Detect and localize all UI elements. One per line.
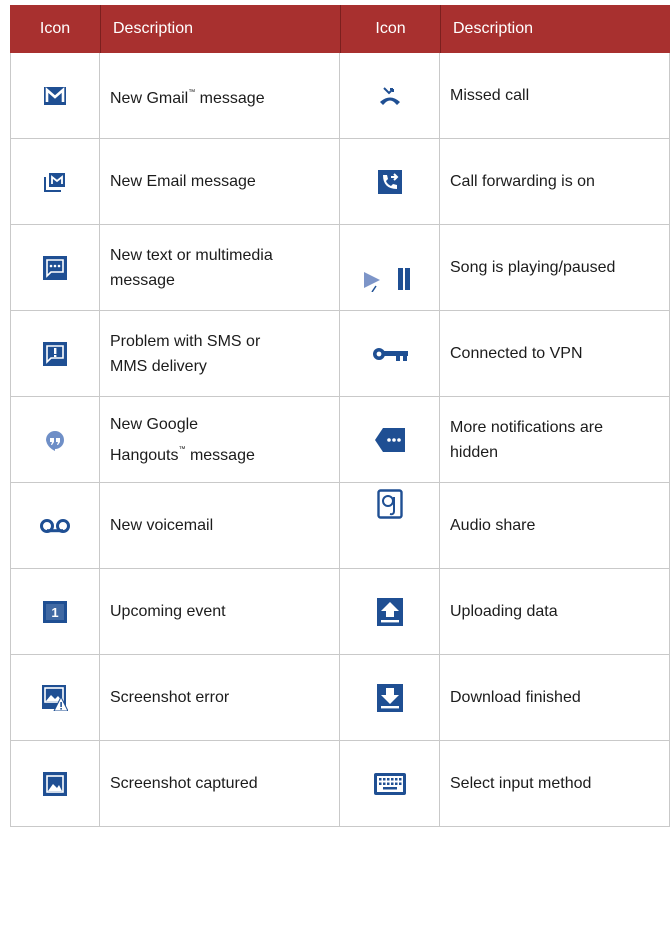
- more-notifications-icon: [374, 427, 405, 452]
- table-cell-description: Screenshot error: [100, 655, 340, 741]
- text-message-icon: [43, 255, 67, 280]
- table-cell-description: Missed call: [440, 53, 670, 139]
- screenshot-icon: [43, 771, 67, 796]
- notification-icons-page: Icon Description Icon Description New Gm…: [10, 5, 670, 827]
- header-description-right: Description: [440, 5, 670, 53]
- description-text: Connected to VPN: [450, 345, 583, 362]
- icons-table: Icon Description Icon Description New Gm…: [10, 5, 670, 827]
- table-cell-icon: [10, 53, 100, 139]
- header-icon-left: Icon: [10, 5, 100, 53]
- keyboard-icon: [373, 772, 406, 795]
- sms-problem-icon: [43, 341, 67, 366]
- table-cell-icon: [10, 139, 100, 225]
- description-text: Missed call: [450, 87, 530, 104]
- table-cell-description: Connected to VPN: [440, 311, 670, 397]
- description-text: Problem with SMS or MMS delivery: [110, 332, 261, 375]
- table-cell-description: New voicemail: [100, 483, 340, 569]
- table-cell-icon: 1: [10, 569, 100, 655]
- table-cell-icon: [10, 655, 100, 741]
- table-cell-icon: [340, 139, 440, 225]
- description-text: Call forwarding is on: [450, 173, 595, 190]
- header-icon-right: Icon: [340, 5, 440, 53]
- table-cell-icon: [340, 741, 440, 827]
- description-text: Screenshot error: [110, 689, 230, 706]
- calendar-icon: 1: [43, 600, 67, 623]
- description-text: Select input method: [450, 775, 592, 792]
- hangouts-icon: [43, 427, 67, 452]
- description-text: Song is playing/paused: [450, 259, 616, 276]
- screenshot-error-icon: [42, 684, 68, 711]
- table-cell-icon: [340, 655, 440, 741]
- table-cell-description: New Google Hangouts™ message: [100, 397, 340, 483]
- email-icon: [44, 172, 65, 192]
- table-cell-description: Problem with SMS or MMS delivery: [100, 311, 340, 397]
- upload-icon: [376, 597, 403, 626]
- table-cell-description: Download finished: [440, 655, 670, 741]
- table-cell-icon: [340, 225, 440, 311]
- table-cell-icon: [340, 569, 440, 655]
- table-cell-description: New text or multimedia message: [100, 225, 340, 311]
- description-text: New Gmail™ message: [110, 89, 265, 107]
- table-cell-icon: [10, 483, 100, 569]
- table-cell-description: Song is playing/paused: [440, 225, 670, 311]
- table-cell-description: New Gmail™ message: [100, 53, 340, 139]
- gmail-icon: [44, 86, 66, 105]
- description-text: New voicemail: [110, 517, 214, 534]
- voicemail-icon: [40, 518, 70, 533]
- audio-share-icon: [376, 489, 403, 519]
- table-cell-description: Uploading data: [440, 569, 670, 655]
- table-cell-icon: [340, 53, 440, 139]
- table-cell-description: Select input method: [440, 741, 670, 827]
- table-cell-icon: [340, 311, 440, 397]
- description-text: Uploading data: [450, 603, 558, 620]
- table-cell-description: More notifications are hidden: [440, 397, 670, 483]
- description-text: Download finished: [450, 689, 581, 706]
- table-cell-icon: [340, 483, 440, 569]
- description-text: Screenshot captured: [110, 775, 258, 792]
- call-forwarding-icon: [377, 169, 402, 194]
- table-cell-icon: [10, 311, 100, 397]
- table-cell-icon: [10, 741, 100, 827]
- table-cell-description: Call forwarding is on: [440, 139, 670, 225]
- description-text: New Google Hangouts™ message: [110, 415, 255, 464]
- table-cell-description: Screenshot captured: [100, 741, 340, 827]
- description-text: New text or multimedia message: [110, 246, 273, 289]
- table-cell-icon: [10, 225, 100, 311]
- table-cell-description: Upcoming event: [100, 569, 340, 655]
- download-icon: [376, 683, 403, 712]
- missed-call-icon: [377, 84, 402, 107]
- description-text: New Email message: [110, 173, 256, 190]
- table-cell-icon: [340, 397, 440, 483]
- description-text: More notifications are hidden: [450, 418, 603, 461]
- header-description-left: Description: [100, 5, 340, 53]
- table-cell-description: Audio share: [440, 483, 670, 569]
- play-pause-icon: [363, 268, 410, 292]
- table-cell-description: New Email message: [100, 139, 340, 225]
- vpn-key-icon: [372, 347, 408, 361]
- description-text: Audio share: [450, 517, 536, 534]
- table-cell-icon: [10, 397, 100, 483]
- description-text: Upcoming event: [110, 603, 226, 620]
- calendar-day-number: 1: [51, 605, 58, 620]
